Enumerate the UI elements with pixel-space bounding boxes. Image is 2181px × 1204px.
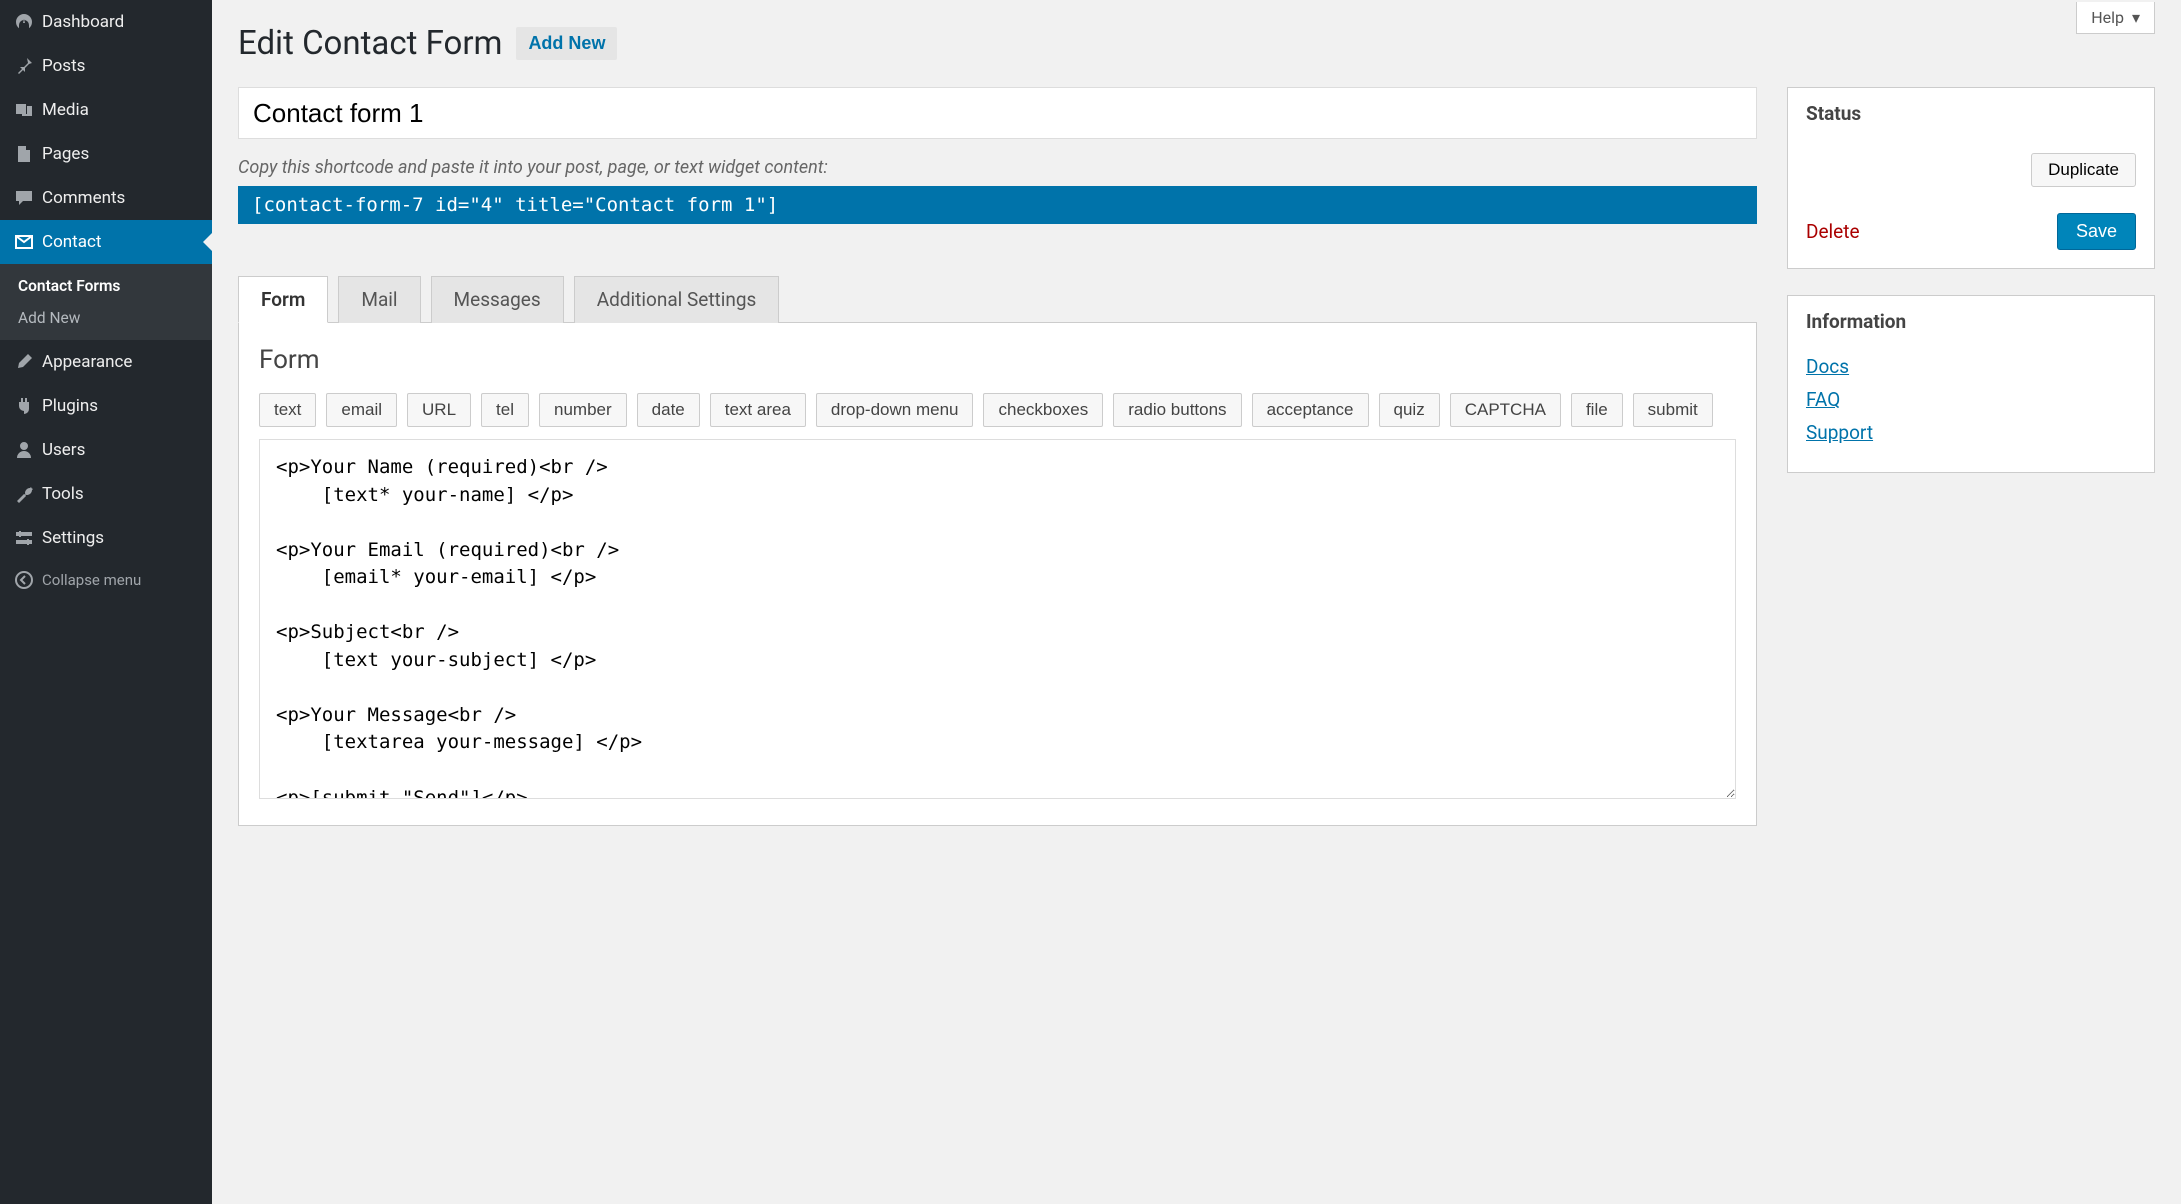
- tag-number-button[interactable]: number: [539, 393, 627, 427]
- media-icon: [14, 98, 42, 122]
- sidebar-item-label: Pages: [42, 144, 89, 164]
- delete-link[interactable]: Delete: [1806, 220, 1860, 243]
- sidebar-item-label: Media: [42, 100, 89, 120]
- help-tab[interactable]: Help ▾: [2076, 2, 2155, 34]
- tag-tel-button[interactable]: tel: [481, 393, 529, 427]
- tab-form[interactable]: Form: [238, 276, 328, 323]
- wrench-icon: [14, 482, 42, 506]
- pin-icon: [14, 54, 42, 78]
- page-icon: [14, 142, 42, 166]
- tag-checkboxes-button[interactable]: checkboxes: [983, 393, 1103, 427]
- submenu-item-add-new[interactable]: Add New: [0, 302, 212, 334]
- submenu-item-contact-forms[interactable]: Contact Forms: [0, 270, 212, 302]
- sidebar-item-comments[interactable]: Comments: [0, 176, 212, 220]
- sidebar-item-tools[interactable]: Tools: [0, 472, 212, 516]
- sidebar-item-pages[interactable]: Pages: [0, 132, 212, 176]
- page-title: Edit Contact Form: [238, 24, 502, 63]
- sidebar-item-label: Users: [42, 440, 85, 460]
- form-code-textarea[interactable]: [259, 439, 1736, 799]
- collapse-menu-button[interactable]: Collapse menu: [0, 560, 212, 600]
- tab-additional-settings[interactable]: Additional Settings: [574, 276, 780, 323]
- status-heading: Status: [1788, 88, 2154, 139]
- panel-title: Form: [259, 345, 1736, 375]
- faq-link[interactable]: FAQ: [1806, 388, 2136, 411]
- sidebar-item-label: Dashboard: [42, 12, 124, 32]
- sidebar-item-label: Posts: [42, 56, 85, 76]
- sidebar-submenu-contact: Contact Forms Add New: [0, 264, 212, 340]
- sidebar-item-settings[interactable]: Settings: [0, 516, 212, 560]
- docs-link[interactable]: Docs: [1806, 355, 2136, 378]
- tag-dropdown-button[interactable]: drop-down menu: [816, 393, 974, 427]
- comment-icon: [14, 186, 42, 210]
- tag-file-button[interactable]: file: [1571, 393, 1623, 427]
- admin-sidebar: Dashboard Posts Media Pages Comments Con…: [0, 0, 212, 1204]
- sidebar-item-label: Comments: [42, 188, 125, 208]
- shortcode-box[interactable]: [contact-form-7 id="4" title="Contact fo…: [238, 186, 1757, 224]
- sidebar-item-plugins[interactable]: Plugins: [0, 384, 212, 428]
- information-box: Information Docs FAQ Support: [1787, 295, 2155, 473]
- tag-text-button[interactable]: text: [259, 393, 316, 427]
- plug-icon: [14, 394, 42, 418]
- chevron-down-icon: ▾: [2132, 8, 2140, 27]
- dashboard-icon: [14, 10, 42, 34]
- help-label: Help: [2091, 8, 2124, 27]
- tag-generator-row: text email URL tel number date text area…: [259, 393, 1736, 427]
- sidebar-item-label: Contact: [42, 232, 101, 252]
- sidebar-item-media[interactable]: Media: [0, 88, 212, 132]
- tag-radio-button[interactable]: radio buttons: [1113, 393, 1241, 427]
- tab-mail[interactable]: Mail: [338, 276, 420, 323]
- sidebar-item-label: Settings: [42, 528, 104, 548]
- envelope-icon: [14, 230, 42, 254]
- tag-url-button[interactable]: URL: [407, 393, 471, 427]
- tag-email-button[interactable]: email: [326, 393, 397, 427]
- tag-quiz-button[interactable]: quiz: [1379, 393, 1440, 427]
- sidebar-item-appearance[interactable]: Appearance: [0, 340, 212, 384]
- collapse-label: Collapse menu: [42, 571, 141, 589]
- sidebar-item-label: Appearance: [42, 352, 132, 372]
- sliders-icon: [14, 526, 42, 550]
- duplicate-button[interactable]: Duplicate: [2031, 153, 2136, 187]
- main-content: Help ▾ Edit Contact Form Add New Copy th…: [212, 0, 2181, 1204]
- tag-submit-button[interactable]: submit: [1633, 393, 1713, 427]
- support-link[interactable]: Support: [1806, 421, 2136, 444]
- sidebar-item-posts[interactable]: Posts: [0, 44, 212, 88]
- tag-captcha-button[interactable]: CAPTCHA: [1450, 393, 1561, 427]
- sidebar-item-dashboard[interactable]: Dashboard: [0, 0, 212, 44]
- tag-acceptance-button[interactable]: acceptance: [1252, 393, 1369, 427]
- sidebar-item-label: Tools: [42, 484, 84, 504]
- form-panel: Form text email URL tel number date text…: [238, 322, 1757, 826]
- shortcode-hint: Copy this shortcode and paste it into yo…: [238, 157, 1757, 178]
- collapse-icon: [14, 570, 42, 590]
- brush-icon: [14, 350, 42, 374]
- save-button[interactable]: Save: [2057, 213, 2136, 250]
- status-box: Status Duplicate Delete Save: [1787, 87, 2155, 269]
- sidebar-item-contact[interactable]: Contact: [0, 220, 212, 264]
- user-icon: [14, 438, 42, 462]
- tab-messages[interactable]: Messages: [431, 276, 564, 323]
- add-new-button[interactable]: Add New: [516, 27, 617, 60]
- tag-date-button[interactable]: date: [637, 393, 700, 427]
- tag-textarea-button[interactable]: text area: [710, 393, 806, 427]
- sidebar-item-users[interactable]: Users: [0, 428, 212, 472]
- tabs: Form Mail Messages Additional Settings: [238, 276, 1757, 322]
- sidebar-item-label: Plugins: [42, 396, 98, 416]
- form-title-input[interactable]: [238, 87, 1757, 139]
- information-heading: Information: [1788, 296, 2154, 347]
